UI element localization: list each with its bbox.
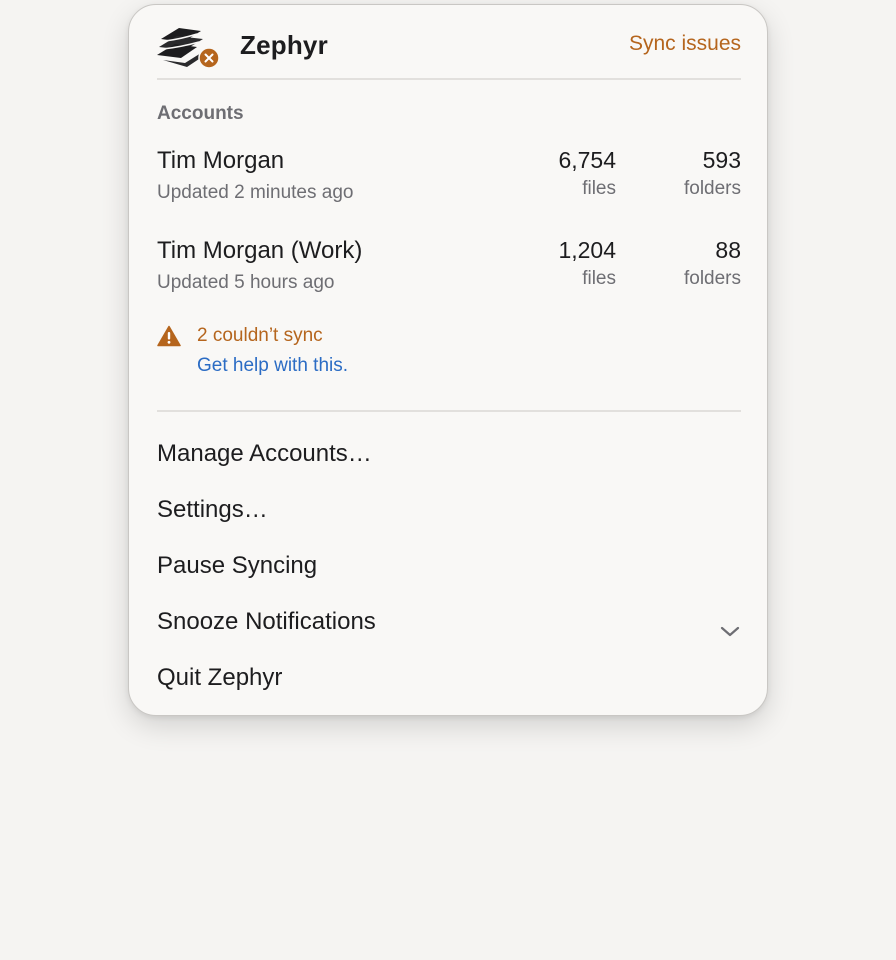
menu-item-snooze-notifications[interactable]: Snooze Notifications [157, 600, 741, 644]
accounts-section-label: Accounts [157, 103, 244, 124]
header: Zephyr Sync issues [157, 25, 741, 69]
app-name: Zephyr [240, 30, 328, 60]
header-divider [157, 78, 741, 80]
files-label: files [582, 268, 616, 289]
account-updated: Updated 5 hours ago [157, 272, 335, 293]
error-badge-icon [198, 47, 220, 69]
files-count: 1,204 [558, 237, 616, 263]
sync-issues-button[interactable]: Sync issues [629, 32, 741, 56]
files-stat: 1,204 files [558, 237, 616, 290]
menu-divider [157, 410, 741, 412]
sync-warning-text: 2 couldn’t sync [197, 325, 323, 346]
files-stat: 6,754 files [558, 147, 616, 200]
account-name: Tim Morgan (Work) [157, 237, 363, 264]
account-name: Tim Morgan [157, 147, 285, 174]
menu-item-quit[interactable]: Quit Zephyr [157, 656, 741, 700]
menu-item-pause-syncing[interactable]: Pause Syncing [157, 544, 741, 588]
menu-item-settings[interactable]: Settings… [157, 488, 741, 532]
chevron-down-icon[interactable] [719, 612, 741, 637]
folders-count: 88 [715, 237, 741, 263]
warning-triangle-icon [157, 325, 181, 347]
get-help-link[interactable]: Get help with this. [197, 355, 348, 377]
account-updated: Updated 2 minutes ago [157, 182, 354, 203]
files-label: files [582, 178, 616, 199]
menu-item-label: Snooze Notifications [157, 608, 376, 635]
folders-stat: 593 folders [684, 147, 741, 200]
folders-label: folders [683, 178, 741, 199]
folders-stat: 88 folders [684, 237, 741, 290]
folders-count: 593 [702, 147, 741, 173]
account-row-work[interactable]: Tim Morgan (Work) Updated 5 hours ago 1,… [157, 237, 741, 301]
menu-item-manage-accounts[interactable]: Manage Accounts… [157, 432, 741, 476]
account-row-personal[interactable]: Tim Morgan Updated 2 minutes ago 6,754 f… [157, 147, 741, 211]
status-menu-panel: Zephyr Sync issues Accounts Tim Morgan U… [128, 4, 768, 716]
folders-label: folders [683, 268, 741, 289]
files-count: 6,754 [558, 147, 616, 173]
